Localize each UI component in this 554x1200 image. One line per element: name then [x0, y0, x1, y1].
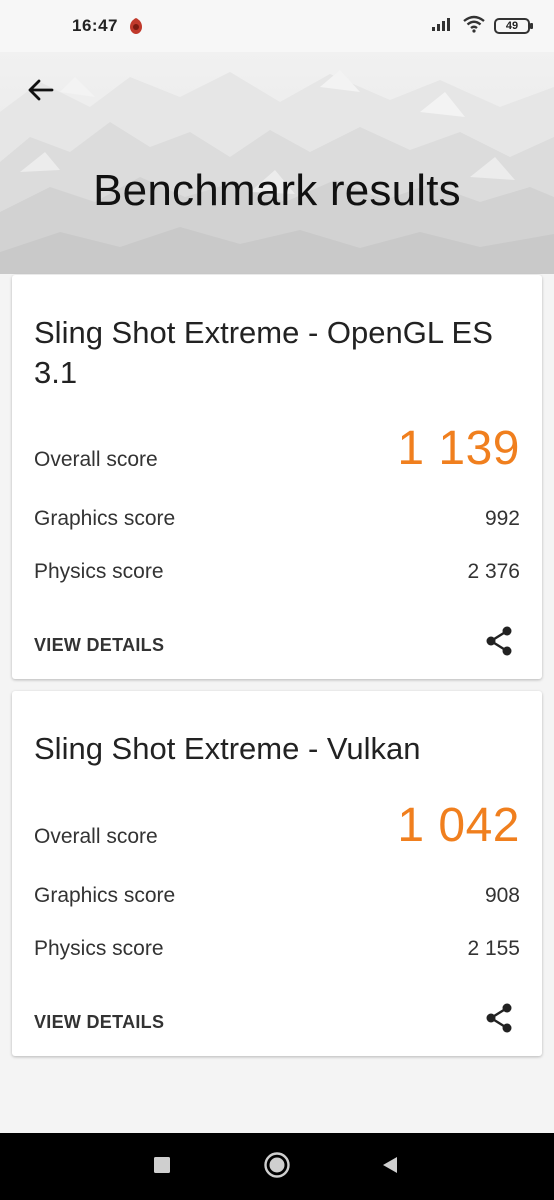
view-details-button[interactable]: VIEW DETAILS	[34, 1012, 164, 1033]
battery-level: 49	[505, 20, 519, 32]
share-icon	[485, 626, 513, 661]
battery-icon: 49	[494, 18, 533, 34]
overall-score-label: Overall score	[34, 825, 158, 848]
signal-icon	[432, 16, 454, 36]
wifi-icon	[462, 15, 486, 38]
overall-score-label: Overall score	[34, 448, 158, 471]
recents-button[interactable]	[148, 1153, 176, 1181]
status-bar: 16:47 49	[0, 0, 554, 52]
overall-score-value: 1 139	[397, 422, 520, 475]
back-button[interactable]	[20, 74, 60, 110]
graphics-score-label: Graphics score	[34, 884, 176, 907]
header-background-image	[0, 52, 554, 274]
status-time: 16:47	[72, 16, 118, 35]
physics-score-label: Physics score	[34, 937, 164, 960]
graphics-score-value: 908	[484, 884, 520, 907]
system-navigation-bar	[0, 1133, 554, 1200]
result-card: Sling Shot Extreme - OpenGL ES 3.1 Overa…	[12, 275, 542, 679]
result-title: Sling Shot Extreme - OpenGL ES 3.1	[34, 315, 493, 390]
physics-score-label: Physics score	[34, 560, 164, 583]
share-button[interactable]	[482, 626, 516, 660]
arrow-left-icon	[26, 78, 54, 107]
result-title: Sling Shot Extreme - Vulkan	[34, 731, 421, 766]
home-button[interactable]	[263, 1151, 291, 1184]
page-title: Benchmark results	[93, 166, 461, 215]
result-card: Sling Shot Extreme - Vulkan Overall scor…	[12, 691, 542, 1056]
nav-back-button[interactable]	[376, 1153, 404, 1181]
physics-score-value: 2 376	[467, 560, 520, 583]
circle-icon	[263, 1151, 291, 1184]
graphics-score-label: Graphics score	[34, 507, 176, 530]
share-icon	[485, 1003, 513, 1038]
physics-score-value: 2 155	[467, 937, 520, 960]
overall-score-value: 1 042	[397, 799, 520, 852]
triangle-back-icon	[380, 1155, 400, 1180]
square-icon	[153, 1156, 171, 1179]
view-details-button[interactable]: VIEW DETAILS	[34, 635, 164, 656]
app-notification-icon	[128, 17, 144, 35]
status-indicators: 49	[432, 15, 533, 38]
share-button[interactable]	[482, 1003, 516, 1037]
graphics-score-value: 992	[484, 507, 520, 530]
